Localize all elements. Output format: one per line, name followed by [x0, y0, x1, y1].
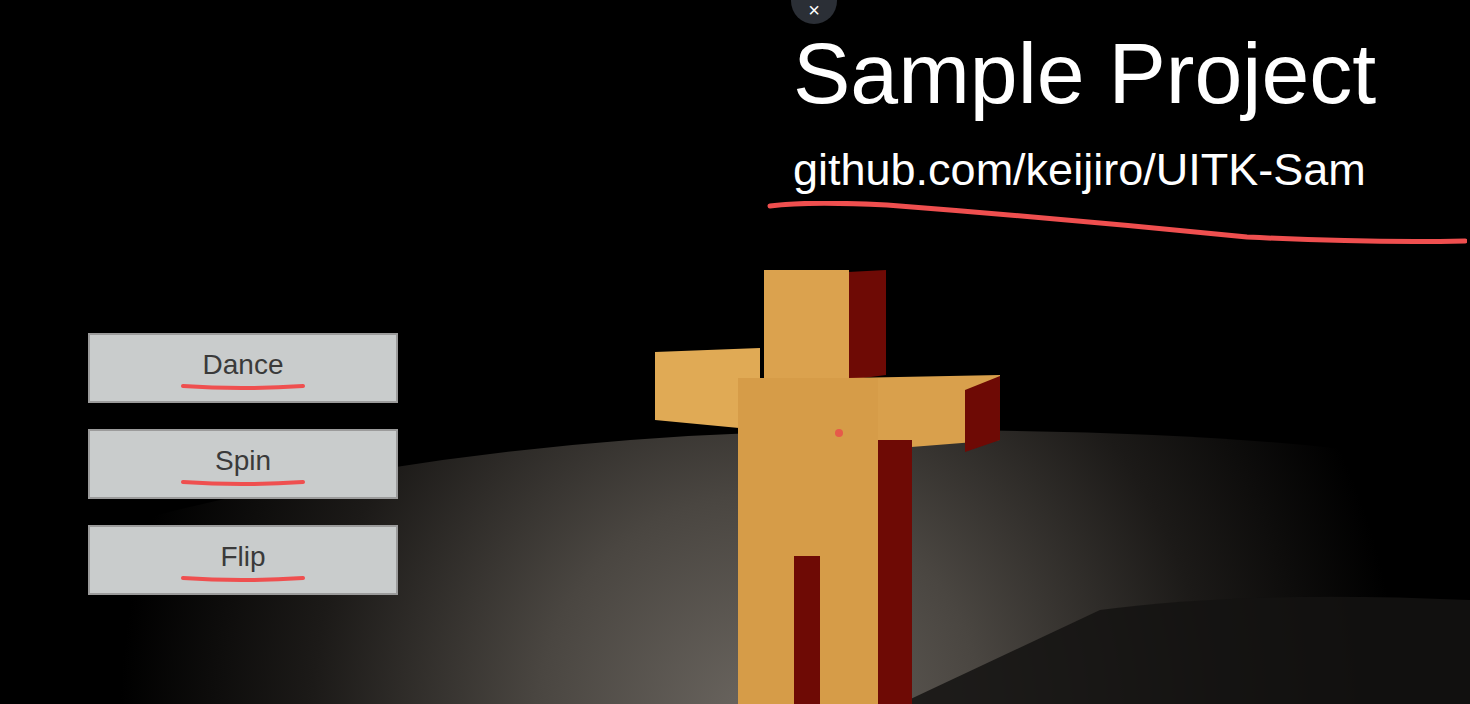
- app: ×DanceSpinFlipSample Projectgithub.com/k…: [0, 0, 1470, 704]
- annotation-underline: [181, 574, 305, 582]
- button-label: Spin: [215, 443, 271, 478]
- button-label: Flip: [220, 539, 265, 574]
- action-button[interactable]: Flip: [88, 525, 398, 595]
- action-button[interactable]: Dance: [88, 333, 398, 403]
- annotation-underline: [181, 478, 305, 486]
- overlay: Dance Spin Flip Sample Project github.com/ke…: [0, 0, 1470, 704]
- slide-text: Sample Project github.com/keijiro/UITK-Sa…: [793, 0, 1470, 704]
- slide-url: github.com/keijiro/UITK-Sam: [793, 143, 1470, 197]
- action-button[interactable]: Spin: [88, 429, 398, 499]
- annotation-underline: [181, 382, 305, 390]
- button-panel: Dance Spin Flip: [0, 0, 793, 704]
- shadow: [900, 597, 1470, 704]
- floor: [0, 430, 1470, 704]
- annotation-underline: [767, 201, 1467, 251]
- voxel-figure-icon: [655, 270, 1000, 704]
- button-label: Dance: [203, 347, 284, 382]
- slide-title: Sample Project: [793, 24, 1470, 123]
